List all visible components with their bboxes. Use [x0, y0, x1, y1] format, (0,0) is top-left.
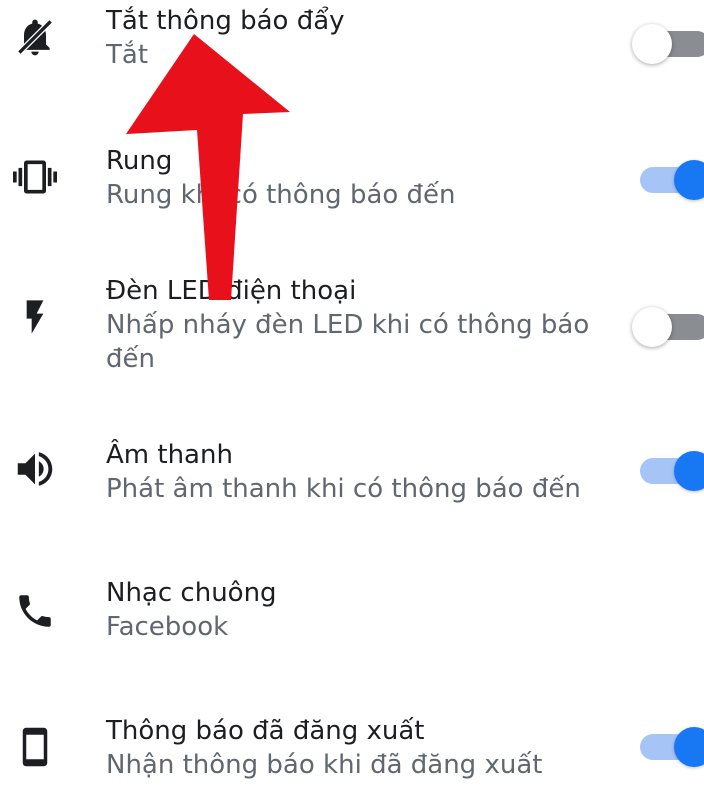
- setting-row-led[interactable]: Đèn LED điện thoại Nhấp nháy đèn LED khi…: [0, 274, 704, 384]
- toggle-knob: [632, 307, 672, 347]
- sound-toggle[interactable]: [632, 446, 704, 496]
- setting-subtitle: Facebook: [106, 612, 229, 642]
- setting-subtitle: Nhấp nháy đèn LED khi có thông báo đến: [106, 310, 590, 374]
- setting-title: Âm thanh: [106, 440, 233, 470]
- setting-subtitle: Phát âm thanh khi có thông báo đến: [106, 474, 581, 504]
- toggle-knob: [674, 727, 704, 767]
- setting-title: Rung: [106, 146, 173, 176]
- toggle-knob: [632, 24, 672, 64]
- toggle-knob: [674, 451, 704, 491]
- smartphone-icon: [10, 722, 60, 772]
- vibrate-toggle[interactable]: [632, 155, 704, 205]
- setting-row-ringtone[interactable]: Nhạc chuông Facebook: [0, 576, 704, 656]
- toggle-knob: [674, 160, 704, 200]
- setting-row-logged-out[interactable]: Thông báo đã đăng xuất Nhận thông báo kh…: [0, 714, 704, 794]
- led-toggle[interactable]: [632, 302, 704, 352]
- volume-icon: [10, 444, 60, 494]
- setting-title: Đèn LED điện thoại: [106, 276, 357, 306]
- vibrate-icon: [10, 152, 60, 202]
- setting-title: Nhạc chuông: [106, 578, 277, 608]
- annotation-arrow: [126, 34, 290, 300]
- setting-subtitle: Nhận thông báo khi đã đăng xuất: [106, 750, 543, 780]
- setting-row-vibrate[interactable]: Rung Rung khi có thông báo đến: [0, 144, 704, 224]
- setting-row-sound[interactable]: Âm thanh Phát âm thanh khi có thông báo …: [0, 438, 704, 518]
- setting-title: Thông báo đã đăng xuất: [106, 716, 425, 746]
- setting-title: Tắt thông báo đẩy: [106, 6, 345, 36]
- logged-out-toggle[interactable]: [632, 722, 704, 772]
- push-notifications-toggle[interactable]: [632, 19, 704, 69]
- flash-icon: [10, 292, 60, 342]
- notifications-off-icon: [10, 12, 60, 62]
- setting-subtitle: Rung khi có thông báo đến: [106, 180, 456, 210]
- setting-subtitle: Tắt: [106, 40, 149, 70]
- phone-icon: [10, 586, 60, 636]
- setting-row-push-notifications[interactable]: Tắt thông báo đẩy Tắt: [0, 4, 704, 84]
